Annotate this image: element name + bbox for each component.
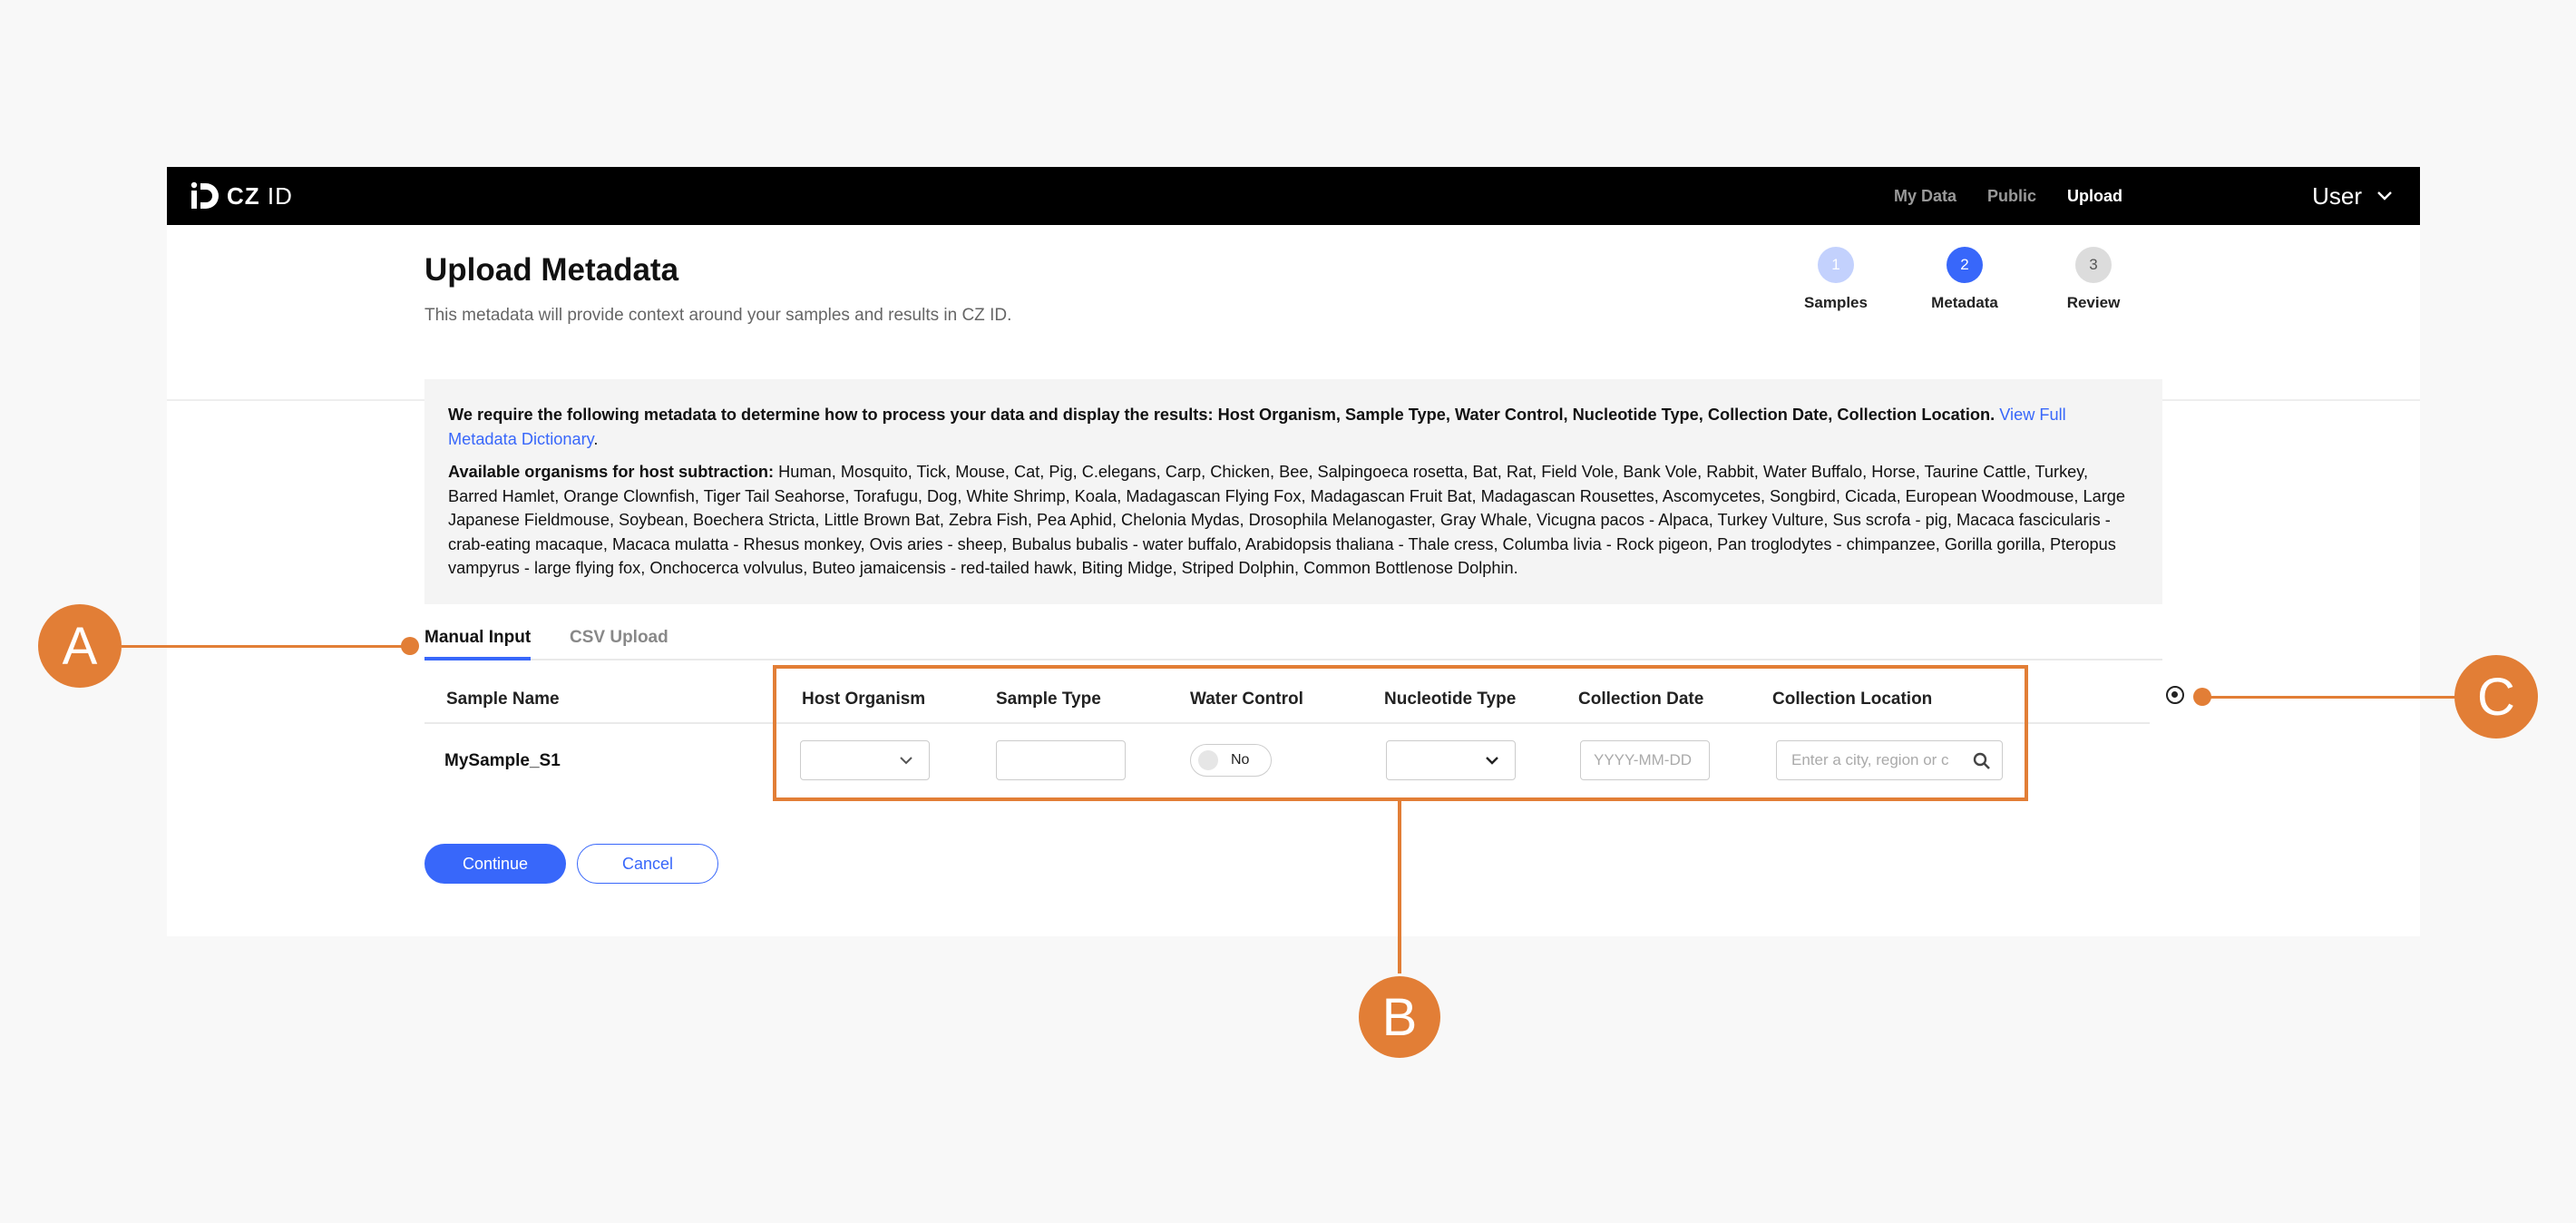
cz-id-logo[interactable]: CZ ID: [189, 176, 293, 216]
link-period: .: [593, 429, 599, 448]
step-review[interactable]: 3 Review: [2039, 247, 2148, 312]
annotation-badge-b: B: [1359, 976, 1440, 1058]
step-number: 3: [2075, 247, 2112, 283]
annotation-line-c: [2204, 696, 2460, 699]
step-number: 2: [1947, 247, 1983, 283]
metadata-info-box: We require the following metadata to det…: [424, 379, 2162, 604]
required-metadata-note: We require the following metadata to det…: [448, 403, 2139, 451]
required-text: We require the following metadata to det…: [448, 406, 1995, 424]
cancel-button[interactable]: Cancel: [577, 844, 718, 884]
host-organisms-note: Available organisms for host subtraction…: [448, 460, 2139, 581]
input-mode-tabs: Manual Input CSV Upload: [424, 624, 2162, 660]
annotation-line-a: [122, 645, 405, 648]
upload-stepper: 1 Samples 2 Metadata 3 Review: [1781, 247, 2144, 319]
logo-text: CZ ID: [227, 181, 293, 210]
column-selector-icon[interactable]: [2166, 686, 2184, 704]
annotation-badge-c: C: [2454, 655, 2538, 739]
nav-upload[interactable]: Upload: [2067, 187, 2122, 206]
annotation-line-b: [1398, 801, 1401, 974]
continue-button[interactable]: Continue: [424, 844, 566, 884]
logo-mark-icon: [190, 181, 219, 209]
step-number: 1: [1818, 247, 1854, 283]
column-sample-name: Sample Name: [446, 690, 560, 709]
organisms-label: Available organisms for host subtraction…: [448, 463, 775, 481]
annotation-badge-a: A: [38, 604, 122, 688]
user-menu[interactable]: User: [2312, 167, 2393, 225]
step-label: Review: [2066, 294, 2121, 311]
user-label: User: [2312, 181, 2362, 210]
annotation-dot-a: [401, 637, 419, 655]
step-metadata[interactable]: 2 Metadata: [1910, 247, 2019, 312]
page-subtitle: This metadata will provide context aroun…: [424, 306, 1012, 325]
main-nav: My Data Public Upload: [1894, 167, 2122, 225]
step-samples[interactable]: 1 Samples: [1781, 247, 1890, 312]
chevron-down-icon: [2377, 191, 2392, 201]
nav-my-data[interactable]: My Data: [1894, 187, 1956, 206]
top-navbar: CZ ID My Data Public Upload User: [167, 167, 2420, 225]
step-label: Samples: [1804, 294, 1868, 311]
tab-manual-input[interactable]: Manual Input: [424, 628, 532, 660]
annotation-box-b: [773, 665, 2028, 801]
tab-csv-upload[interactable]: CSV Upload: [570, 628, 668, 660]
sample-name-cell: MySample_S1: [444, 751, 561, 770]
nav-public[interactable]: Public: [1987, 187, 2036, 206]
step-label: Metadata: [1931, 294, 1998, 311]
page-title: Upload Metadata: [424, 252, 679, 288]
